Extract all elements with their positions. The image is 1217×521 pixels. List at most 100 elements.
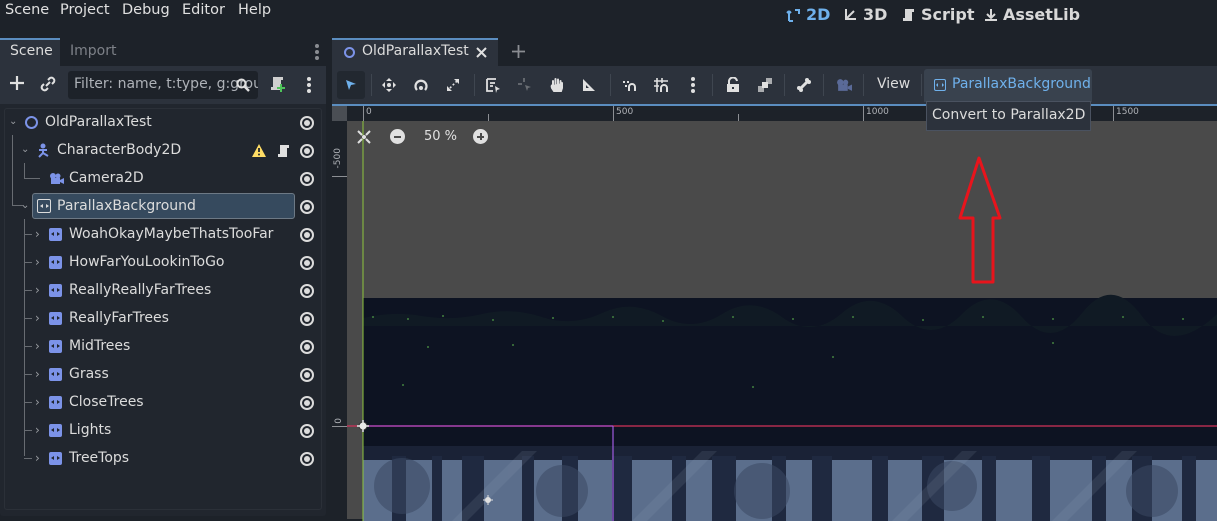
collapse-arrow-icon[interactable]: › [35,283,40,297]
smart-snap-icon [623,81,636,91]
collapse-arrow-icon[interactable]: › [35,227,40,241]
visibility-eye-icon[interactable] [300,424,314,438]
list-select-button[interactable] [482,74,504,96]
tree-item-characterbody2d[interactable]: ⌄ CharacterBody2D [5,137,321,165]
collapse-arrow-icon[interactable]: › [35,311,40,325]
tab-import[interactable]: Import [60,38,126,66]
search-icon [236,78,250,92]
skeleton-button[interactable] [793,74,815,96]
visibility-eye-icon[interactable] [300,172,314,186]
collapse-arrow-icon[interactable]: › [35,255,40,269]
ruler-mode-button[interactable] [578,74,600,96]
menu-project[interactable]: Project [60,2,110,18]
lock-button[interactable] [722,74,744,96]
collapse-arrow-icon[interactable]: › [35,395,40,409]
grid-snap-button[interactable] [650,74,672,96]
rotate-mode-button[interactable] [410,74,432,96]
collapse-arrow-icon[interactable]: › [35,367,40,381]
ruler-label-1000: 1000 [866,107,889,117]
convert-to-parallax2d-menu-item[interactable]: Convert to Parallax2D [926,101,1091,131]
canvas-viewport[interactable]: 0 500 1000 1500 -500 0 50 % [332,104,1217,521]
zoom-level[interactable]: 50 % [424,129,457,144]
visibility-eye-icon[interactable] [300,144,314,158]
visibility-eye-icon[interactable] [300,452,314,466]
workspace-2d-button[interactable]: 2D [786,5,830,24]
tree-item-layer[interactable]: › WoahOkayMaybeThatsTooFar [5,221,321,249]
tree-item-layer[interactable]: › ReallyReallyFarTrees [5,277,321,305]
scene-options-icon[interactable] [307,77,311,93]
ruler-label-0v: 0 [334,418,344,424]
scale-mode-button[interactable] [442,74,464,96]
scene-tab-label: OldParallaxTest [362,43,469,59]
tree-item-oldparallaxtest[interactable]: ⌄ OldParallaxTest [5,109,321,137]
visibility-eye-icon[interactable] [300,200,314,214]
zoom-out-button[interactable] [390,129,405,144]
smart-snap-button[interactable] [619,74,641,96]
expand-arrow-icon[interactable]: ⌄ [21,144,29,155]
tab-scene[interactable]: Scene [0,38,60,66]
visibility-eye-icon[interactable] [300,116,314,130]
expand-arrow-icon[interactable]: ⌄ [21,200,29,211]
tree-item-label: ReallyFarTrees [69,310,169,326]
tree-item-layer[interactable]: › ReallyFarTrees [5,305,321,333]
visibility-eye-icon[interactable] [300,256,314,270]
instance-scene-button[interactable] [39,75,57,93]
workspace-3d-button[interactable]: 3D [843,5,887,24]
tree-item-parallaxbackground[interactable]: ⌄ ParallaxBackground [5,193,321,221]
menu-editor[interactable]: Editor [182,2,225,18]
collapse-arrow-icon[interactable]: › [35,451,40,465]
new-tab-plus-icon[interactable] [511,44,526,59]
pivot-mode-button[interactable] [514,74,536,96]
dock-menu-icon[interactable] [315,44,319,60]
unlock-icon [727,77,739,92]
collapse-arrow-icon[interactable]: › [35,339,40,353]
workspace-assetlib-button[interactable]: AssetLib [983,5,1080,24]
filter-input[interactable]: Filter: name, t:type, g:group [68,71,258,99]
select-mode-button[interactable] [337,71,365,99]
parallax-layer-icon [49,340,62,353]
visibility-eye-icon[interactable] [300,396,314,410]
center-view-icon[interactable] [356,129,372,145]
workspace-script-button[interactable]: Script [901,5,974,24]
tree-item-layer[interactable]: › TreeTops [5,445,321,473]
tree-item-camera2d[interactable]: Camera2D [5,165,321,193]
warning-icon[interactable] [252,144,266,157]
bone-icon [797,78,811,92]
tree-item-layer[interactable]: › HowFarYouLookinToGo [5,249,321,277]
ruler-corner [332,106,347,121]
collapse-arrow-icon[interactable]: › [35,423,40,437]
visibility-eye-icon[interactable] [300,312,314,326]
vertical-ruler[interactable]: -500 0 [332,106,347,521]
view-menu-button[interactable]: View [877,76,910,92]
pan-mode-button[interactable] [546,74,568,96]
tree-item-label: TreeTops [69,450,130,466]
close-icon[interactable] [475,46,488,59]
script-icon[interactable] [277,144,290,158]
visibility-eye-icon[interactable] [300,340,314,354]
visibility-eye-icon[interactable] [300,284,314,298]
tree-item-layer[interactable]: › Lights [5,417,321,445]
move-mode-button[interactable] [378,74,400,96]
menu-scene[interactable]: Scene [5,2,49,18]
parallax-background-menu-button[interactable]: ParallaxBackground [924,69,1092,102]
expand-arrow-icon[interactable]: ⌄ [9,116,17,127]
tree-item-layer[interactable]: › Grass [5,361,321,389]
parallax-layer-icon [49,368,62,381]
visibility-eye-icon[interactable] [300,368,314,382]
main-editor: OldParallaxTest View ParallaxBackground … [332,38,1217,521]
scene-tab-oldparallaxtest[interactable]: OldParallaxTest [332,38,498,66]
menu-help[interactable]: Help [238,2,271,18]
visibility-eye-icon[interactable] [300,228,314,242]
tree-item-layer[interactable]: › MidTrees [5,333,321,361]
menu-debug[interactable]: Debug [122,2,170,18]
attach-script-button[interactable] [268,75,286,93]
scene-tabs: OldParallaxTest [332,38,1217,66]
parallax-layer-icon [49,424,62,437]
camera-override-button[interactable] [833,74,855,96]
tree-item-label: OldParallaxTest [45,114,152,130]
group-button[interactable] [754,74,776,96]
tree-item-layer[interactable]: › CloseTrees [5,389,321,417]
zoom-in-button[interactable] [473,129,488,144]
add-node-button[interactable] [8,74,26,92]
snap-options-button[interactable] [682,74,704,96]
